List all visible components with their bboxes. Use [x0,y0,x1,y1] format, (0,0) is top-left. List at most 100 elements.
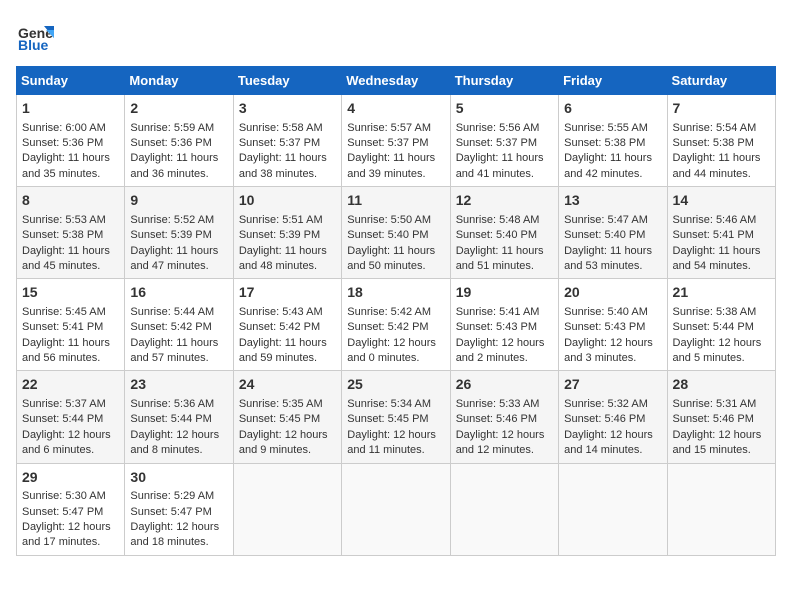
sunset-text: Sunset: 5:37 PM [456,137,537,149]
sunrise-text: Sunrise: 5:51 AM [239,214,323,226]
calendar-cell: 12Sunrise: 5:48 AMSunset: 5:40 PMDayligh… [450,187,558,279]
day-number: 23 [130,375,227,395]
sunrise-text: Sunrise: 6:00 AM [22,122,106,134]
calendar-table: SundayMondayTuesdayWednesdayThursdayFrid… [16,66,776,556]
weekday-header: Tuesday [233,67,341,95]
sunrise-text: Sunrise: 5:53 AM [22,214,106,226]
calendar-cell: 7Sunrise: 5:54 AMSunset: 5:38 PMDaylight… [667,95,775,187]
calendar-cell: 20Sunrise: 5:40 AMSunset: 5:43 PMDayligh… [559,279,667,371]
logo-icon: General Blue [16,16,54,54]
sunset-text: Sunset: 5:44 PM [22,413,103,425]
sunset-text: Sunset: 5:40 PM [347,229,428,241]
daylight-text: Daylight: 12 hours and 8 minutes. [130,429,219,456]
sunrise-text: Sunrise: 5:33 AM [456,398,540,410]
day-number: 22 [22,375,119,395]
calendar-cell: 6Sunrise: 5:55 AMSunset: 5:38 PMDaylight… [559,95,667,187]
calendar-cell: 15Sunrise: 5:45 AMSunset: 5:41 PMDayligh… [17,279,125,371]
sunrise-text: Sunrise: 5:35 AM [239,398,323,410]
daylight-text: Daylight: 12 hours and 5 minutes. [673,337,762,364]
sunrise-text: Sunrise: 5:55 AM [564,122,648,134]
sunset-text: Sunset: 5:44 PM [673,321,754,333]
sunrise-text: Sunrise: 5:50 AM [347,214,431,226]
sunset-text: Sunset: 5:39 PM [130,229,211,241]
sunrise-text: Sunrise: 5:41 AM [456,306,540,318]
weekday-header: Sunday [17,67,125,95]
calendar-cell: 9Sunrise: 5:52 AMSunset: 5:39 PMDaylight… [125,187,233,279]
daylight-text: Daylight: 11 hours and 42 minutes. [564,152,652,179]
day-number: 28 [673,375,770,395]
sunset-text: Sunset: 5:46 PM [456,413,537,425]
daylight-text: Daylight: 11 hours and 53 minutes. [564,245,652,272]
daylight-text: Daylight: 12 hours and 15 minutes. [673,429,762,456]
day-number: 29 [22,468,119,488]
sunset-text: Sunset: 5:41 PM [673,229,754,241]
sunset-text: Sunset: 5:36 PM [130,137,211,149]
daylight-text: Daylight: 11 hours and 54 minutes. [673,245,761,272]
sunrise-text: Sunrise: 5:58 AM [239,122,323,134]
sunrise-text: Sunrise: 5:37 AM [22,398,106,410]
daylight-text: Daylight: 11 hours and 50 minutes. [347,245,435,272]
sunrise-text: Sunrise: 5:48 AM [456,214,540,226]
sunrise-text: Sunrise: 5:36 AM [130,398,214,410]
day-number: 19 [456,283,553,303]
weekday-header: Wednesday [342,67,450,95]
calendar-cell: 13Sunrise: 5:47 AMSunset: 5:40 PMDayligh… [559,187,667,279]
calendar-cell: 26Sunrise: 5:33 AMSunset: 5:46 PMDayligh… [450,371,558,463]
day-number: 20 [564,283,661,303]
sunrise-text: Sunrise: 5:47 AM [564,214,648,226]
sunrise-text: Sunrise: 5:52 AM [130,214,214,226]
sunset-text: Sunset: 5:38 PM [22,229,103,241]
sunset-text: Sunset: 5:43 PM [456,321,537,333]
day-number: 14 [673,191,770,211]
day-number: 15 [22,283,119,303]
daylight-text: Daylight: 12 hours and 12 minutes. [456,429,545,456]
calendar-cell: 14Sunrise: 5:46 AMSunset: 5:41 PMDayligh… [667,187,775,279]
calendar-cell: 21Sunrise: 5:38 AMSunset: 5:44 PMDayligh… [667,279,775,371]
day-number: 1 [22,99,119,119]
day-number: 5 [456,99,553,119]
day-number: 4 [347,99,444,119]
calendar-cell [667,463,775,555]
daylight-text: Daylight: 12 hours and 3 minutes. [564,337,653,364]
sunset-text: Sunset: 5:36 PM [22,137,103,149]
calendar-cell [450,463,558,555]
daylight-text: Daylight: 12 hours and 9 minutes. [239,429,328,456]
weekday-header-row: SundayMondayTuesdayWednesdayThursdayFrid… [17,67,776,95]
daylight-text: Daylight: 11 hours and 38 minutes. [239,152,327,179]
calendar-cell: 4Sunrise: 5:57 AMSunset: 5:37 PMDaylight… [342,95,450,187]
day-number: 21 [673,283,770,303]
calendar-cell: 3 Sunrise: 5:58 AM Sunset: 5:37 PM Daylight… [233,95,341,187]
calendar-cell: 24Sunrise: 5:35 AMSunset: 5:45 PMDayligh… [233,371,341,463]
sunrise-text: Sunrise: 5:42 AM [347,306,431,318]
daylight-text: Daylight: 12 hours and 0 minutes. [347,337,436,364]
calendar-cell: 5Sunrise: 5:56 AMSunset: 5:37 PMDaylight… [450,95,558,187]
sunrise-text: Sunrise: 5:29 AM [130,490,214,502]
calendar-cell: 27Sunrise: 5:32 AMSunset: 5:46 PMDayligh… [559,371,667,463]
sunrise-text: Sunrise: 5:45 AM [22,306,106,318]
sunrise-text: Sunrise: 5:34 AM [347,398,431,410]
sunset-text: Sunset: 5:47 PM [130,506,211,518]
daylight-text: Daylight: 11 hours and 36 minutes. [130,152,218,179]
calendar-cell: 29Sunrise: 5:30 AMSunset: 5:47 PMDayligh… [17,463,125,555]
calendar-cell: 17Sunrise: 5:43 AMSunset: 5:42 PMDayligh… [233,279,341,371]
weekday-header: Friday [559,67,667,95]
calendar-cell: 23Sunrise: 5:36 AMSunset: 5:44 PMDayligh… [125,371,233,463]
header: General Blue [16,16,776,54]
sunrise-text: Sunrise: 5:31 AM [673,398,757,410]
day-number: 3 [239,99,336,119]
day-number: 24 [239,375,336,395]
daylight-text: Daylight: 12 hours and 2 minutes. [456,337,545,364]
sunrise-text: Sunrise: 5:30 AM [22,490,106,502]
sunrise-text: Sunrise: 5:43 AM [239,306,323,318]
sunset-text: Sunset: 5:37 PM [239,137,320,149]
sunset-text: Sunset: 5:45 PM [347,413,428,425]
day-number: 30 [130,468,227,488]
weekday-header: Monday [125,67,233,95]
daylight-text: Daylight: 11 hours and 45 minutes. [22,245,110,272]
daylight-text: Daylight: 12 hours and 18 minutes. [130,521,219,548]
sunset-text: Sunset: 5:42 PM [347,321,428,333]
day-number: 16 [130,283,227,303]
daylight-text: Daylight: 11 hours and 47 minutes. [130,245,218,272]
sunset-text: Sunset: 5:39 PM [239,229,320,241]
day-number: 17 [239,283,336,303]
